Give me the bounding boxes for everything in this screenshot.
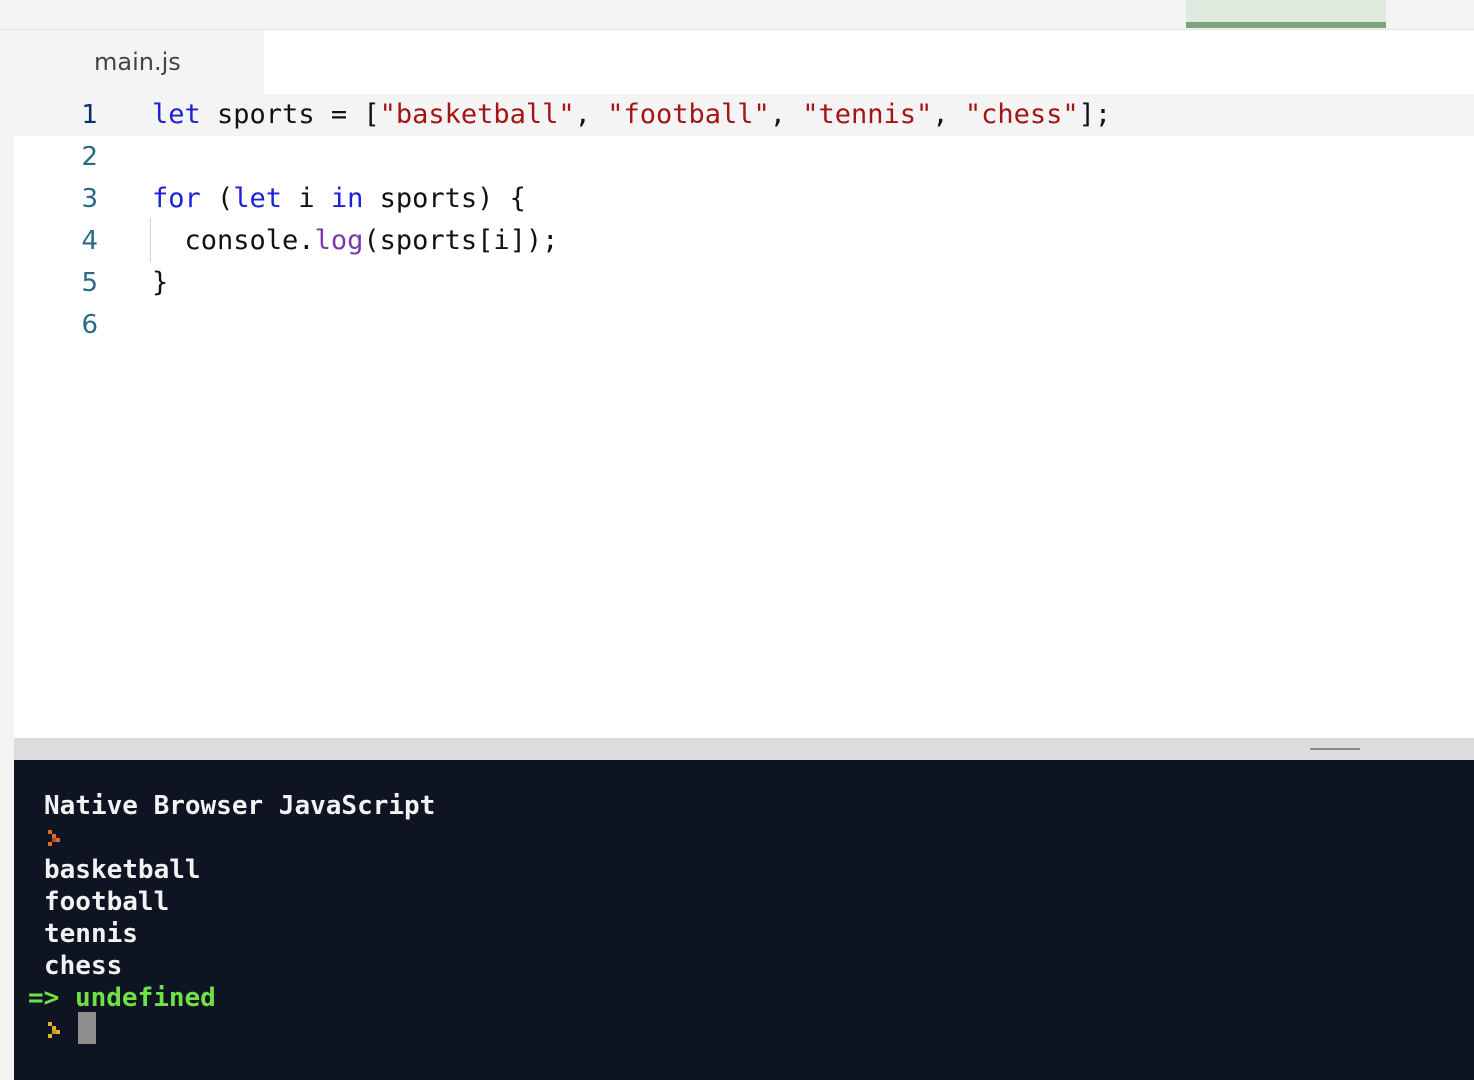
left-sidebar-edge [0,30,14,1080]
console-output-line: chess [44,951,123,981]
line-number: 6 [81,310,98,340]
code-text[interactable]: } [152,262,168,304]
line-number: 5 [81,268,98,298]
drag-handle-icon[interactable] [1310,748,1360,750]
code-line[interactable]: 5 } [14,262,1474,304]
console-header: Native Browser JavaScript [44,791,436,821]
code-line[interactable]: 1 let sports = ["basketball", "football"… [14,94,1474,136]
text-cursor[interactable] [78,1012,96,1044]
prompt-icon [48,1022,60,1038]
code-line[interactable]: 2 [14,136,1474,178]
console-result: => undefined [28,983,216,1013]
run-button[interactable] [1186,0,1386,28]
prompt-icon [48,830,60,846]
code-line[interactable]: 6 [14,304,1474,346]
code-line[interactable]: 3 for (let i in sports) { [14,178,1474,220]
line-number: 3 [81,184,98,214]
console-panel[interactable]: Native Browser JavaScript basketball foo… [14,760,1474,1080]
line-number: 2 [81,142,98,172]
line-number: 4 [81,226,98,256]
panel-resize-handle[interactable] [14,738,1474,760]
line-number: 1 [81,100,98,130]
console-output-line: football [44,887,170,917]
code-text[interactable]: let sports = ["basketball", "football", … [152,94,1111,136]
top-toolbar [0,0,1474,30]
tab-main-js[interactable]: main.js [14,30,264,94]
indent-guide [150,218,151,262]
code-text[interactable]: console.log(sports[i]); [152,220,559,262]
code-text[interactable]: for (let i in sports) { [152,178,526,220]
console-output-line: tennis [44,919,138,949]
code-line[interactable]: 4 console.log(sports[i]); [14,220,1474,262]
console-output-line: basketball [44,855,201,885]
code-editor[interactable]: 1 let sports = ["basketball", "football"… [14,94,1474,738]
